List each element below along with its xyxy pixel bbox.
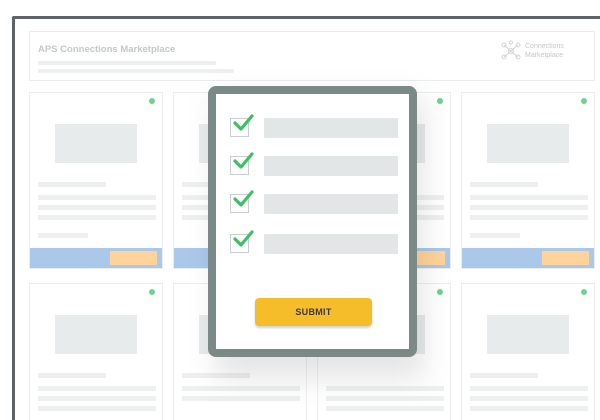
card-image-placeholder bbox=[55, 124, 137, 163]
logo-text: Connections Marketplace bbox=[525, 42, 564, 60]
card-text-placeholder bbox=[38, 182, 106, 187]
logo-line-2: Marketplace bbox=[525, 52, 564, 59]
card-text-placeholder bbox=[470, 205, 588, 210]
card-action-bar bbox=[30, 248, 162, 268]
status-dot bbox=[149, 289, 155, 295]
status-dot bbox=[149, 98, 155, 104]
listing-card[interactable] bbox=[29, 283, 163, 420]
card-text-placeholder bbox=[38, 406, 156, 411]
card-text-placeholder bbox=[470, 396, 588, 401]
network-nodes-icon bbox=[501, 40, 521, 60]
card-image-placeholder bbox=[487, 315, 569, 354]
checkmark-icon bbox=[233, 230, 254, 247]
card-text-placeholder bbox=[182, 396, 300, 401]
checklist-row bbox=[230, 230, 402, 254]
card-text-placeholder bbox=[38, 215, 156, 220]
status-dot bbox=[581, 289, 587, 295]
card-text-placeholder bbox=[470, 182, 538, 187]
status-dot bbox=[437, 289, 443, 295]
listing-card[interactable] bbox=[29, 92, 163, 269]
form-field[interactable] bbox=[264, 156, 398, 176]
card-image-placeholder bbox=[55, 315, 137, 354]
form-field[interactable] bbox=[264, 118, 398, 138]
form-field[interactable] bbox=[264, 234, 398, 254]
checklist-form-modal: SUBMIT bbox=[208, 86, 417, 357]
card-text-placeholder bbox=[470, 233, 520, 238]
status-dot bbox=[437, 98, 443, 104]
checkmark-icon bbox=[233, 190, 254, 207]
card-text-placeholder bbox=[326, 396, 444, 401]
checkmark-icon bbox=[233, 114, 254, 131]
card-text-placeholder bbox=[326, 406, 444, 411]
status-dot bbox=[581, 98, 587, 104]
form-field[interactable] bbox=[264, 194, 398, 214]
listing-card[interactable] bbox=[461, 283, 595, 420]
submit-button[interactable]: SUBMIT bbox=[255, 298, 372, 326]
logo-line-1: Connections bbox=[525, 43, 564, 50]
header-placeholder-line bbox=[38, 61, 216, 65]
checkmark-icon bbox=[233, 152, 254, 169]
card-text-placeholder bbox=[38, 386, 156, 391]
checklist-row bbox=[230, 152, 402, 176]
header-placeholder-line bbox=[38, 69, 234, 73]
card-text-placeholder bbox=[470, 386, 588, 391]
card-text-placeholder bbox=[38, 205, 156, 210]
card-text-placeholder bbox=[470, 215, 588, 220]
card-text-placeholder bbox=[470, 406, 588, 411]
card-text-placeholder bbox=[470, 373, 538, 378]
card-text-placeholder bbox=[182, 386, 300, 391]
card-text-placeholder bbox=[38, 396, 156, 401]
card-text-placeholder bbox=[38, 233, 88, 238]
page-title: APS Connections Marketplace bbox=[38, 44, 176, 55]
card-action-button[interactable] bbox=[542, 251, 589, 265]
card-action-bar bbox=[462, 248, 594, 268]
card-text-placeholder bbox=[470, 195, 588, 200]
card-text-placeholder bbox=[38, 373, 106, 378]
card-text-placeholder bbox=[326, 386, 444, 391]
listing-card[interactable] bbox=[461, 92, 595, 269]
card-action-button[interactable] bbox=[110, 251, 157, 265]
marketplace-header: APS Connections Marketplace Connections … bbox=[29, 31, 595, 81]
card-text-placeholder bbox=[38, 195, 156, 200]
checklist-row bbox=[230, 190, 402, 214]
checklist-row bbox=[230, 114, 402, 138]
card-image-placeholder bbox=[487, 124, 569, 163]
